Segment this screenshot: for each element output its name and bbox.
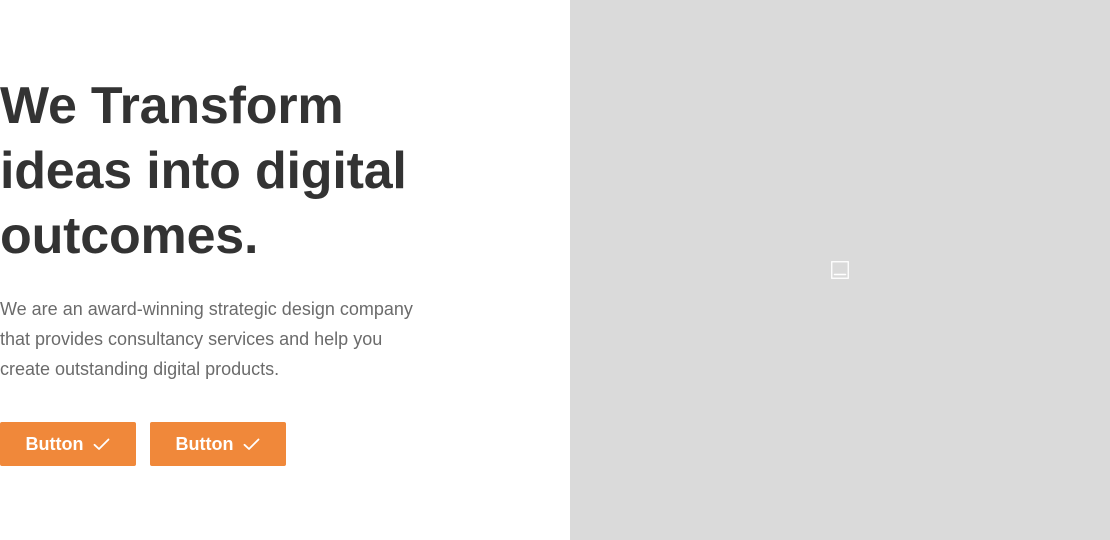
- hero-content: We Transform ideas into digital outcomes…: [0, 0, 570, 540]
- hero-section: We Transform ideas into digital outcomes…: [0, 0, 1110, 540]
- image-placeholder-icon: [831, 261, 849, 279]
- primary-button[interactable]: Button: [0, 422, 136, 466]
- description-line: We are an award-winning strategic design…: [0, 299, 413, 319]
- headline-line: outcomes.: [0, 207, 259, 265]
- hero-image-placeholder: [570, 0, 1110, 540]
- cta-buttons: Button Button: [0, 422, 286, 466]
- check-icon: [94, 438, 110, 450]
- check-icon: [244, 438, 260, 450]
- hero-description: We are an award-winning strategic design…: [0, 294, 470, 384]
- headline-line: ideas into digital: [0, 142, 407, 200]
- description-line: that provides consultancy services and h…: [0, 329, 383, 349]
- secondary-button[interactable]: Button: [150, 422, 286, 466]
- description-line: create outstanding digital products.: [0, 359, 280, 379]
- hero-headline: We Transform ideas into digital outcomes…: [0, 74, 520, 269]
- button-label: Button: [25, 433, 84, 454]
- headline-line: We Transform: [0, 77, 344, 135]
- button-label: Button: [175, 433, 234, 454]
